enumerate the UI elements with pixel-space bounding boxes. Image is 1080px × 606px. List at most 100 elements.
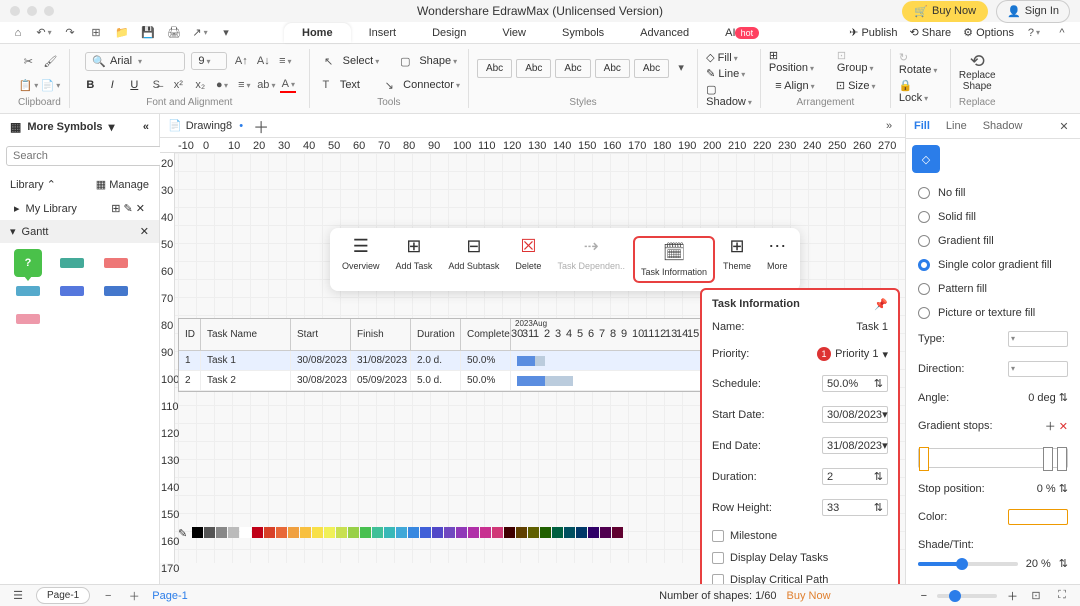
decrease-font-icon[interactable]: A↓ (255, 53, 271, 69)
no-fill-radio[interactable]: No fill (918, 187, 1068, 199)
row-height-input[interactable]: 33⇅ (822, 499, 888, 516)
shadow-tab[interactable]: Shadow (983, 120, 1023, 132)
publish-button[interactable]: ✈ Publish (849, 26, 897, 39)
shape-tool-icon[interactable]: ▢ (397, 53, 413, 69)
remove-page-button[interactable]: − (100, 588, 116, 604)
rotate-button[interactable]: ↻ Rotate (899, 51, 942, 76)
color-swatch[interactable] (516, 527, 527, 538)
close-section-icon[interactable]: ✕ (140, 225, 149, 238)
new-button[interactable]: ⊞ (88, 25, 104, 41)
gradient-direction-selector[interactable] (1008, 361, 1068, 377)
replace-shape-icon[interactable]: ⟲ (969, 53, 985, 69)
fill-type-icon[interactable]: ◇ (912, 145, 940, 173)
gradient-fill-radio[interactable]: Gradient fill (918, 235, 1068, 247)
save-button[interactable]: 💾 (140, 25, 156, 41)
symbol-search-input[interactable] (6, 146, 162, 166)
task-dependency-button[interactable]: ⇢Task Dependen.. (549, 236, 633, 283)
color-swatch[interactable] (600, 527, 611, 538)
add-tab-button[interactable]: ＋ (253, 118, 269, 134)
shade-slider[interactable] (918, 562, 1018, 566)
duration-input[interactable]: 2⇅ (822, 468, 888, 485)
copy-icon[interactable]: 📄 (42, 77, 58, 93)
text-tool-icon[interactable]: T (318, 77, 334, 93)
page-list-icon[interactable]: ☰ (10, 588, 26, 604)
color-swatch[interactable] (384, 527, 395, 538)
color-swatch[interactable] (456, 527, 467, 538)
redo-button[interactable]: ↷ (62, 25, 78, 41)
color-swatch[interactable] (348, 527, 359, 538)
color-swatch[interactable] (252, 527, 263, 538)
color-swatch[interactable] (216, 527, 227, 538)
help-shape[interactable]: ? (10, 253, 46, 273)
style-more-icon[interactable]: ▾ (673, 59, 689, 75)
page-footer-tab[interactable]: Page-1 (152, 590, 187, 602)
gantt-shape-1[interactable] (54, 253, 90, 273)
pattern-fill-radio[interactable]: Pattern fill (918, 283, 1068, 295)
tab-home[interactable]: Home (284, 23, 351, 43)
theme-button[interactable]: ⊞Theme (715, 236, 759, 283)
color-swatch[interactable] (444, 527, 455, 538)
font-color-icon[interactable]: A (280, 77, 296, 93)
highlight-icon[interactable]: ab (258, 77, 274, 93)
color-swatch[interactable] (612, 527, 623, 538)
format-painter-icon[interactable]: 🖌 (42, 53, 58, 69)
paste-icon[interactable]: 📋 (20, 77, 36, 93)
buy-now-button[interactable]: 🛒Buy Now (902, 1, 988, 22)
window-controls[interactable] (10, 6, 54, 16)
color-swatch[interactable] (288, 527, 299, 538)
color-swatch[interactable] (504, 527, 515, 538)
style-preset-4[interactable]: Abc (595, 59, 630, 78)
task-name-value[interactable]: Task 1 (856, 321, 888, 333)
end-date-input[interactable]: 31/08/2023▾ (822, 437, 888, 454)
connector-tool-icon[interactable]: ↘ (381, 77, 397, 93)
document-tab-1[interactable]: 📄 Drawing8 • (168, 119, 243, 132)
tab-design[interactable]: Design (414, 23, 484, 43)
color-swatch[interactable] (300, 527, 311, 538)
align-button[interactable]: ≡ Align (775, 80, 814, 92)
fit-page-icon[interactable]: ⊡ (1028, 588, 1044, 604)
tab-symbols[interactable]: Symbols (544, 23, 622, 43)
print-button[interactable]: 🖨 (166, 25, 182, 41)
stop-color-selector[interactable] (1008, 509, 1068, 525)
canvas[interactable]: 2030405060708090100110120130140150160170… (160, 153, 905, 563)
tab-view[interactable]: View (484, 23, 544, 43)
collapse-ribbon-button[interactable]: ^ (1054, 25, 1070, 41)
font-size-selector[interactable]: 9 (191, 52, 227, 70)
bullet-icon[interactable]: ⦁ (214, 77, 230, 93)
increase-font-icon[interactable]: A↑ (233, 53, 249, 69)
close-dot[interactable] (10, 6, 20, 16)
buy-now-link[interactable]: Buy Now (787, 590, 831, 602)
stop-position-input[interactable]: 0 % ⇅ (1037, 482, 1068, 495)
help-button[interactable]: ? (1026, 25, 1042, 41)
color-swatch[interactable] (528, 527, 539, 538)
style-preset-5[interactable]: Abc (634, 59, 669, 78)
tab-insert[interactable]: Insert (351, 23, 415, 43)
color-swatch[interactable] (564, 527, 575, 538)
color-swatch[interactable] (540, 527, 551, 538)
page-selector[interactable]: Page-1 (36, 587, 90, 604)
delete-button[interactable]: ☒Delete (507, 236, 549, 283)
color-swatch[interactable] (408, 527, 419, 538)
color-swatch[interactable] (204, 527, 215, 538)
remove-stop-button[interactable]: ✕ (1059, 421, 1068, 433)
gantt-shape-2[interactable] (98, 253, 134, 273)
close-panel-icon[interactable]: ✕ (1056, 118, 1072, 134)
gradient-stops-slider[interactable] (918, 448, 1068, 468)
gantt-shape-6[interactable] (10, 309, 46, 329)
color-swatch[interactable] (360, 527, 371, 538)
picture-fill-radio[interactable]: Picture or texture fill (918, 307, 1068, 319)
align-text-icon[interactable]: ≡ (236, 77, 252, 93)
more-qat[interactable]: ▾ (218, 25, 234, 41)
sign-in-button[interactable]: 👤Sign In (996, 0, 1070, 23)
add-page-button[interactable]: ＋ (126, 588, 142, 604)
font-selector[interactable]: 🔍Arial (85, 52, 185, 71)
tab-ai[interactable]: AI hot (707, 23, 777, 43)
style-preset-1[interactable]: Abc (477, 59, 512, 78)
min-dot[interactable] (27, 6, 37, 16)
select-tool-icon[interactable]: ↖ (321, 53, 337, 69)
strike-icon[interactable]: S̶ (148, 77, 164, 93)
tab-advanced[interactable]: Advanced (622, 23, 707, 43)
color-swatch[interactable] (372, 527, 383, 538)
color-swatch[interactable] (312, 527, 323, 538)
color-swatch[interactable] (576, 527, 587, 538)
